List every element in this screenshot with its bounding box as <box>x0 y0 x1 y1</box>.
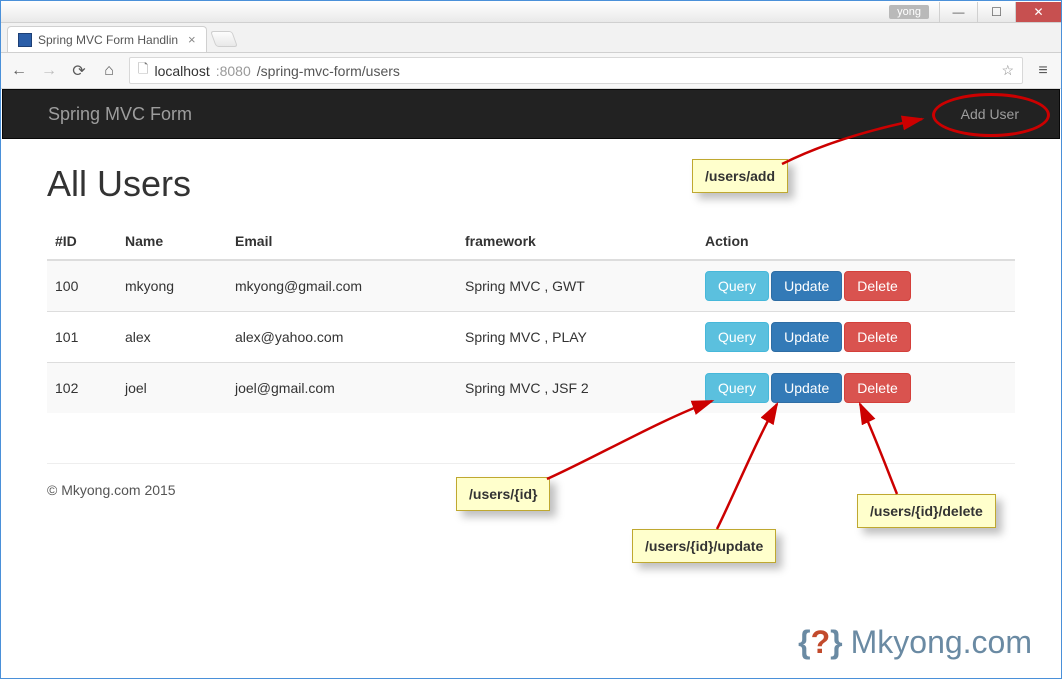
cell-framework: Spring MVC , JSF 2 <box>457 363 697 414</box>
th-id: #ID <box>47 223 117 260</box>
app-navbar: Spring MVC Form Add User <box>2 89 1060 139</box>
cell-email: joel@gmail.com <box>227 363 457 414</box>
address-bar[interactable]: 🗋 localhost :8080/spring-mvc-form/users ☆ <box>129 57 1023 84</box>
url-port: :8080 <box>216 63 251 79</box>
maximize-button[interactable]: ☐ <box>977 2 1015 22</box>
annotation-callout-update: /users/{id}/update <box>632 529 776 563</box>
th-action: Action <box>697 223 1015 260</box>
navbar-brand[interactable]: Spring MVC Form <box>18 104 192 125</box>
forward-button[interactable]: → <box>39 62 59 80</box>
browser-tab[interactable]: Spring MVC Form Handlin × <box>7 26 207 52</box>
page-icon: 🗋 <box>138 60 148 82</box>
delete-button[interactable]: Delete <box>844 373 910 403</box>
url-host: localhost <box>154 63 209 79</box>
cell-action: QueryUpdateDelete <box>697 363 1015 414</box>
window-frame: yong — ☐ ✕ Spring MVC Form Handlin × ← →… <box>0 0 1062 679</box>
cell-action: QueryUpdateDelete <box>697 260 1015 312</box>
window-close-button[interactable]: ✕ <box>1015 2 1061 22</box>
cell-email: mkyong@gmail.com <box>227 260 457 312</box>
cell-framework: Spring MVC , GWT <box>457 260 697 312</box>
footer-divider <box>47 463 1015 464</box>
page-viewport: Spring MVC Form Add User All Users #ID N… <box>2 89 1060 677</box>
cell-framework: Spring MVC , PLAY <box>457 312 697 363</box>
cell-name: alex <box>117 312 227 363</box>
user-badge: yong <box>889 5 929 19</box>
browser-toolbar: ← → ⟳ ⌂ 🗋 localhost :8080/spring-mvc-form… <box>1 53 1061 89</box>
cell-id: 101 <box>47 312 117 363</box>
query-button[interactable]: Query <box>705 373 769 403</box>
update-button[interactable]: Update <box>771 322 842 352</box>
cell-email: alex@yahoo.com <box>227 312 457 363</box>
copyright-text: © Mkyong.com 2015 <box>47 482 176 498</box>
os-titlebar: yong — ☐ ✕ <box>1 1 1061 23</box>
users-table: #ID Name Email framework Action 100mkyon… <box>47 223 1015 413</box>
chrome-menu-icon[interactable]: ≡ <box>1033 62 1053 80</box>
favicon-icon <box>18 33 32 47</box>
update-button[interactable]: Update <box>771 271 842 301</box>
table-row: 102joeljoel@gmail.comSpring MVC , JSF 2Q… <box>47 363 1015 414</box>
th-email: Email <box>227 223 457 260</box>
table-header-row: #ID Name Email framework Action <box>47 223 1015 260</box>
query-button[interactable]: Query <box>705 322 769 352</box>
back-button[interactable]: ← <box>9 62 29 80</box>
bookmark-star-icon[interactable]: ☆ <box>1001 62 1014 79</box>
th-framework: framework <box>457 223 697 260</box>
cell-action: QueryUpdateDelete <box>697 312 1015 363</box>
browser-tabstrip: Spring MVC Form Handlin × <box>1 23 1061 53</box>
tab-title: Spring MVC Form Handlin <box>38 33 178 47</box>
th-name: Name <box>117 223 227 260</box>
add-user-link[interactable]: Add User <box>961 106 1044 122</box>
mkyong-watermark: {?} Mkyong.com <box>798 624 1032 661</box>
main-container: All Users #ID Name Email framework Actio… <box>2 139 1060 433</box>
tab-close-icon[interactable]: × <box>188 32 196 47</box>
table-row: 101alexalex@yahoo.comSpring MVC , PLAYQu… <box>47 312 1015 363</box>
new-tab-button[interactable] <box>210 31 238 47</box>
cell-id: 100 <box>47 260 117 312</box>
url-path: /spring-mvc-form/users <box>257 63 400 79</box>
reload-button[interactable]: ⟳ <box>69 61 89 81</box>
update-button[interactable]: Update <box>771 373 842 403</box>
cell-id: 102 <box>47 363 117 414</box>
table-row: 100mkyongmkyong@gmail.comSpring MVC , GW… <box>47 260 1015 312</box>
delete-button[interactable]: Delete <box>844 271 910 301</box>
home-button[interactable]: ⌂ <box>99 62 119 80</box>
delete-button[interactable]: Delete <box>844 322 910 352</box>
cell-name: joel <box>117 363 227 414</box>
query-button[interactable]: Query <box>705 271 769 301</box>
page-title: All Users <box>47 163 1015 205</box>
footer: © Mkyong.com 2015 <box>2 474 1060 506</box>
minimize-button[interactable]: — <box>939 2 977 22</box>
cell-name: mkyong <box>117 260 227 312</box>
